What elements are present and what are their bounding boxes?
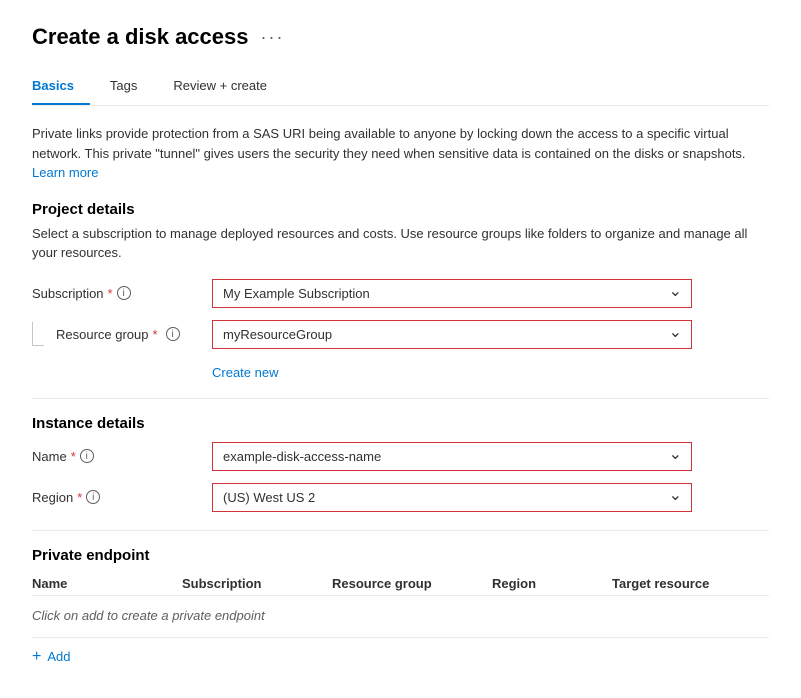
resource-group-select-wrapper: myResourceGroup xyxy=(212,320,692,349)
region-label-text: Region xyxy=(32,490,73,505)
add-endpoint-row[interactable]: + Add xyxy=(32,637,769,666)
private-endpoint-title: Private endpoint xyxy=(32,547,769,564)
resource-group-required: * xyxy=(153,327,158,342)
col-header-subscription: Subscription xyxy=(182,576,332,591)
name-required: * xyxy=(71,449,76,464)
col-header-region: Region xyxy=(492,576,612,591)
region-select[interactable]: (US) West US 2 xyxy=(212,483,692,512)
add-label: Add xyxy=(47,649,70,664)
private-endpoint-section: Private endpoint Name Subscription Resou… xyxy=(32,547,769,666)
region-label: Region * i xyxy=(32,490,212,505)
resource-group-control-wrapper: myResourceGroup xyxy=(212,320,692,349)
instance-details-title: Instance details xyxy=(32,415,769,432)
col-header-resource-group: Resource group xyxy=(332,576,492,591)
resource-group-info-icon[interactable]: i xyxy=(166,327,180,341)
subscription-label-text: Subscription xyxy=(32,286,104,301)
name-select-wrapper: example-disk-access-name xyxy=(212,442,692,471)
page-container: Create a disk access ··· Basics Tags Rev… xyxy=(0,0,801,698)
name-info-icon[interactable]: i xyxy=(80,449,94,463)
endpoint-table-header: Name Subscription Resource group Region … xyxy=(32,570,769,596)
region-required: * xyxy=(77,490,82,505)
region-info-icon[interactable]: i xyxy=(86,490,100,504)
endpoint-empty-message: Click on add to create a private endpoin… xyxy=(32,602,769,635)
description-block: Private links provide protection from a … xyxy=(32,124,769,183)
instance-details-section: Instance details Name * i example-disk-a… xyxy=(32,415,769,512)
subscription-select[interactable]: My Example Subscription xyxy=(212,279,692,308)
name-label-text: Name xyxy=(32,449,67,464)
subscription-label: Subscription * i xyxy=(32,286,212,301)
more-options-icon[interactable]: ··· xyxy=(261,27,285,48)
resource-group-row: Resource group * i myResourceGroup xyxy=(32,320,769,349)
resource-group-select[interactable]: myResourceGroup xyxy=(212,320,692,349)
resource-group-container: Resource group * i myResourceGroup Creat… xyxy=(32,320,769,380)
divider-2 xyxy=(32,530,769,531)
project-details-section: Project details Select a subscription to… xyxy=(32,201,769,380)
tab-tags[interactable]: Tags xyxy=(110,70,153,105)
col-header-name: Name xyxy=(32,576,182,591)
add-icon: + xyxy=(32,648,41,666)
learn-more-link[interactable]: Learn more xyxy=(32,165,98,180)
subscription-row: Subscription * i My Example Subscription xyxy=(32,279,769,308)
page-header: Create a disk access ··· xyxy=(32,24,769,50)
name-label: Name * i xyxy=(32,449,212,464)
subscription-control-wrapper: My Example Subscription xyxy=(212,279,692,308)
divider-1 xyxy=(32,398,769,399)
tab-basics[interactable]: Basics xyxy=(32,70,90,105)
tab-review-create[interactable]: Review + create xyxy=(173,70,283,105)
region-row: Region * i (US) West US 2 xyxy=(32,483,769,512)
subscription-select-wrapper: My Example Subscription xyxy=(212,279,692,308)
region-control-wrapper: (US) West US 2 xyxy=(212,483,692,512)
page-title: Create a disk access xyxy=(32,24,249,50)
project-details-title: Project details xyxy=(32,201,769,218)
name-row: Name * i example-disk-access-name xyxy=(32,442,769,471)
resource-group-label-text: Resource group xyxy=(56,327,149,342)
subscription-required: * xyxy=(108,286,113,301)
resource-group-label: Resource group * i xyxy=(32,322,212,346)
indent-line xyxy=(32,322,44,346)
name-select[interactable]: example-disk-access-name xyxy=(212,442,692,471)
region-select-wrapper: (US) West US 2 xyxy=(212,483,692,512)
subscription-info-icon[interactable]: i xyxy=(117,286,131,300)
project-details-description: Select a subscription to manage deployed… xyxy=(32,224,769,263)
col-header-target-resource: Target resource xyxy=(612,576,762,591)
name-control-wrapper: example-disk-access-name xyxy=(212,442,692,471)
description-text: Private links provide protection from a … xyxy=(32,126,746,161)
create-new-link[interactable]: Create new xyxy=(212,365,278,380)
tab-bar: Basics Tags Review + create xyxy=(32,70,769,106)
